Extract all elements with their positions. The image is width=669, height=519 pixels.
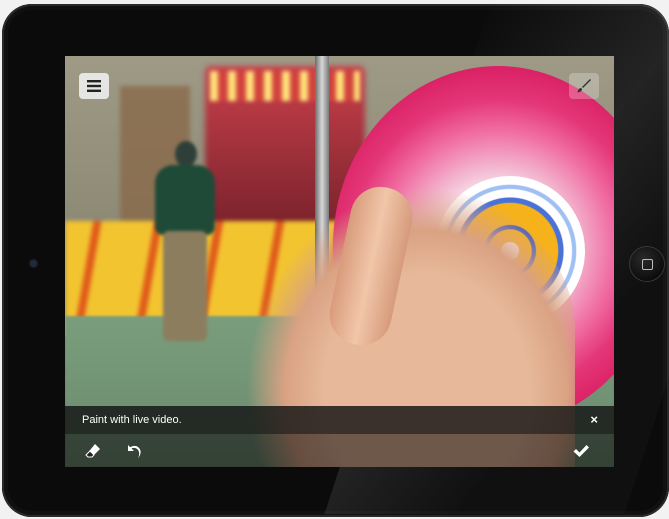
home-button[interactable] [630,247,664,281]
home-square-icon [642,259,653,270]
undo-button[interactable] [123,440,145,462]
menu-button[interactable] [79,73,109,99]
toast-message: Paint with live video. [82,414,182,426]
toast-close-button[interactable]: × [590,412,598,427]
eraser-button[interactable] [82,440,104,462]
hamburger-menu-icon [87,80,101,92]
toast-notification: Paint with live video. × [65,406,614,434]
video-person [125,141,235,351]
checkmark-icon [573,445,589,457]
app-screen: Paint with live video. × [65,56,614,467]
paintbrush-icon [577,79,591,93]
brush-button[interactable] [569,73,599,99]
bottom-toolbar [65,434,614,467]
front-camera [30,260,37,267]
undo-arrow-icon [128,445,141,458]
video-arcade-lights [210,71,360,101]
eraser-icon [85,444,100,458]
confirm-button[interactable] [570,440,592,462]
